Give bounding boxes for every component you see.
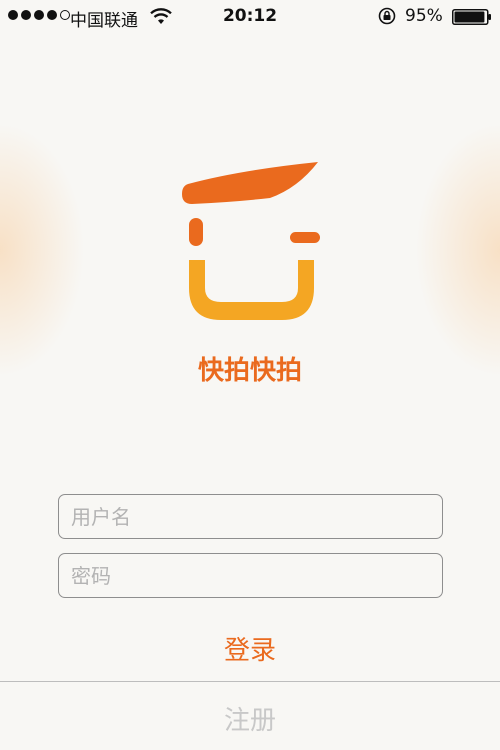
login-button[interactable]: 登录 [200, 626, 300, 670]
password-field[interactable] [58, 553, 443, 598]
app-name: 快拍快拍 [197, 356, 302, 386]
app-logo-icon [182, 162, 320, 320]
login-screen: 中国联通 20:12 95% 快拍快拍 用户名 登录 注册 [0, 0, 500, 750]
battery-percentage: 95% [405, 6, 443, 26]
register-button[interactable]: 注册 [200, 696, 300, 740]
battery-icon [452, 9, 491, 25]
orientation-lock-icon [378, 7, 396, 25]
username-input[interactable] [59, 495, 442, 538]
username-field[interactable] [58, 494, 443, 539]
password-input[interactable] [59, 554, 442, 597]
status-bar: 中国联通 20:12 95% [0, 0, 500, 34]
divider [0, 681, 500, 682]
